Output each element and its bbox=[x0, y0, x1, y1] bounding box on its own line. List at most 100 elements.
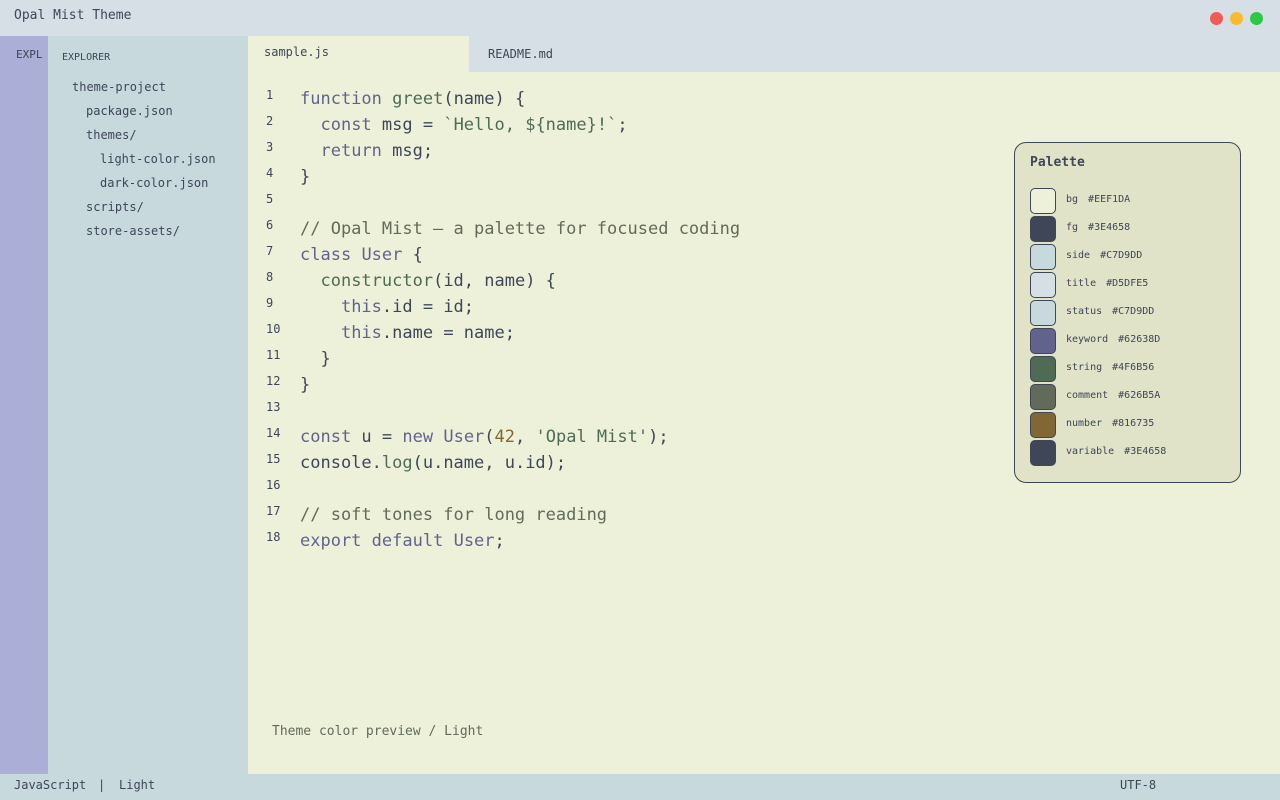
swatch-name: status bbox=[1066, 306, 1103, 317]
swatch-hex: #62638D bbox=[1118, 334, 1161, 345]
swatch-label: keyword #62638D bbox=[1066, 334, 1160, 345]
code-token: , bbox=[515, 427, 536, 447]
color-swatch[interactable] bbox=[1030, 328, 1056, 354]
tab-sample-js[interactable]: sample.js bbox=[248, 36, 469, 72]
swatch-name: side bbox=[1066, 250, 1091, 261]
swatch-row: keyword #62638D bbox=[1030, 328, 1230, 354]
palette-panel: Palette bg #EEF1DA fg #3E4658 side #C7D9DD tit… bbox=[1014, 142, 1241, 483]
swatch-hex: #4F6B56 bbox=[1112, 362, 1155, 373]
status-language[interactable]: JavaScript bbox=[14, 778, 86, 792]
tree-item[interactable]: scripts/ bbox=[86, 200, 144, 214]
code-token: `Hello, ${name}!` bbox=[443, 115, 618, 135]
swatch-hex: #626B5A bbox=[1118, 390, 1161, 401]
tree-item[interactable]: store-assets/ bbox=[86, 224, 180, 238]
code-token: } bbox=[300, 349, 331, 369]
swatch-row: side #C7D9DD bbox=[1030, 244, 1230, 270]
line-number: 2 bbox=[266, 114, 274, 128]
swatch-hex: #816735 bbox=[1112, 418, 1155, 429]
tree-item[interactable]: dark-color.json bbox=[100, 176, 208, 190]
tree-item[interactable]: theme-project bbox=[72, 80, 166, 94]
code-token: } bbox=[300, 167, 311, 187]
palette-title: Palette bbox=[1030, 155, 1085, 170]
code-token: (name) { bbox=[443, 89, 526, 109]
code-text: function greet(name) { bbox=[300, 86, 525, 112]
code-line: 10 this.name = name; bbox=[248, 320, 1008, 346]
swatch-name: comment bbox=[1066, 390, 1109, 401]
code-token: .id = id; bbox=[381, 297, 475, 317]
swatch-row: number #816735 bbox=[1030, 412, 1230, 438]
code-token: class bbox=[300, 245, 352, 265]
swatch-label: variable #3E4658 bbox=[1066, 446, 1166, 457]
line-number: 5 bbox=[266, 192, 274, 206]
color-swatch[interactable] bbox=[1030, 216, 1056, 242]
code-token: 42 bbox=[494, 427, 516, 447]
tab-readme-md[interactable]: README.md bbox=[469, 36, 669, 72]
color-swatch[interactable] bbox=[1030, 300, 1056, 326]
swatch-label: title #D5DFE5 bbox=[1066, 278, 1148, 289]
line-number: 18 bbox=[266, 530, 281, 544]
code-line: 7 class User { bbox=[248, 242, 1008, 268]
activity-explorer-button[interactable]: EXPL bbox=[16, 48, 44, 61]
code-text: const u = new User(42, 'Opal Mist'); bbox=[300, 424, 669, 450]
status-theme[interactable]: Light bbox=[119, 778, 155, 792]
code-token: function bbox=[300, 89, 382, 109]
code-line: 2 const msg = `Hello, ${name}!`; bbox=[248, 112, 1008, 138]
code-token: User bbox=[443, 427, 485, 447]
code-token: User bbox=[361, 245, 403, 265]
code-line: 8 constructor(id, name) { bbox=[248, 268, 1008, 294]
swatch-name: fg bbox=[1066, 222, 1079, 233]
code-editor[interactable]: 1 function greet(name) {2 const msg = `He… bbox=[248, 72, 1280, 774]
code-line: 16 bbox=[248, 476, 1008, 502]
tree-item[interactable]: light-color.json bbox=[100, 152, 216, 166]
activity-bar: EXPL bbox=[0, 36, 48, 774]
line-number: 1 bbox=[266, 88, 274, 102]
code-token: log bbox=[381, 453, 413, 473]
code-text: constructor(id, name) { bbox=[300, 268, 555, 294]
code-text: class User { bbox=[300, 242, 423, 268]
close-window-button[interactable] bbox=[1210, 12, 1223, 25]
color-swatch[interactable] bbox=[1030, 272, 1056, 298]
code-line: 3 return msg; bbox=[248, 138, 1008, 164]
tree-item[interactable]: package.json bbox=[86, 104, 173, 118]
code-token: export bbox=[300, 531, 362, 551]
code-line: 4} bbox=[248, 164, 1008, 190]
code-text: this.name = name; bbox=[300, 320, 515, 346]
color-swatch[interactable] bbox=[1030, 412, 1056, 438]
color-swatch[interactable] bbox=[1030, 384, 1056, 410]
code-text: // soft tones for long reading bbox=[300, 502, 607, 528]
code-token: console. bbox=[300, 453, 382, 473]
tree-item[interactable]: themes/ bbox=[86, 128, 137, 142]
status-encoding[interactable]: UTF-8 bbox=[1120, 778, 1156, 792]
color-swatch[interactable] bbox=[1030, 188, 1056, 214]
code-token: } bbox=[300, 375, 311, 395]
code-token: // Opal Mist — a palette for focused cod… bbox=[300, 219, 741, 239]
maximize-window-button[interactable] bbox=[1250, 12, 1263, 25]
color-swatch[interactable] bbox=[1030, 356, 1056, 382]
code-token: this bbox=[340, 323, 382, 343]
line-number: 3 bbox=[266, 140, 274, 154]
line-number: 6 bbox=[266, 218, 274, 232]
swatch-label: side #C7D9DD bbox=[1066, 250, 1142, 261]
code-line: 9 this.id = id; bbox=[248, 294, 1008, 320]
title-bar: Opal Mist Theme bbox=[0, 0, 1280, 36]
code-token: ; bbox=[617, 115, 628, 135]
swatch-name: bg bbox=[1066, 194, 1079, 205]
line-number: 7 bbox=[266, 244, 274, 258]
code-token: default bbox=[371, 531, 444, 551]
code-token: this bbox=[340, 297, 382, 317]
color-swatch[interactable] bbox=[1030, 244, 1056, 270]
color-swatch[interactable] bbox=[1030, 440, 1056, 466]
minimize-window-button[interactable] bbox=[1230, 12, 1243, 25]
code-token: msg; bbox=[381, 141, 434, 161]
swatch-name: variable bbox=[1066, 446, 1115, 457]
line-number: 11 bbox=[266, 348, 281, 362]
swatch-label: fg #3E4658 bbox=[1066, 222, 1130, 233]
code-token: { bbox=[402, 245, 423, 265]
swatch-name: string bbox=[1066, 362, 1103, 373]
